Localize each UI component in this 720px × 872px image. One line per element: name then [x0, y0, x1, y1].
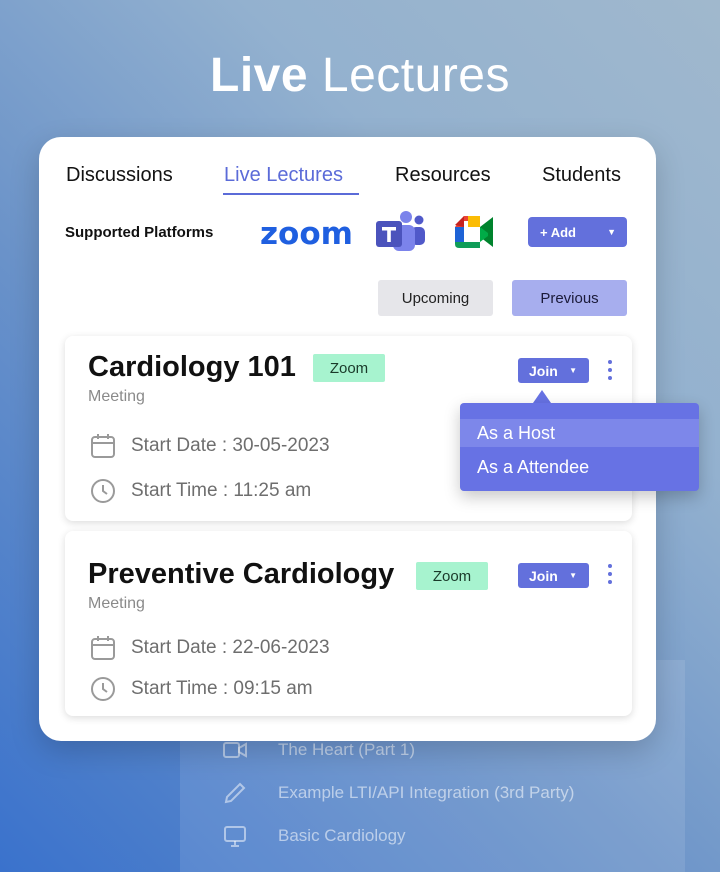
- tab-live-lectures[interactable]: Live Lectures: [224, 164, 343, 187]
- google-meet-icon: [455, 216, 493, 248]
- menu-item-as-attendee[interactable]: As a Attendee: [460, 453, 699, 481]
- lecture-start-date: Start Date : 22-06-2023: [89, 634, 330, 662]
- add-button-label: + Add: [540, 224, 576, 240]
- start-date-text: Start Date : 30-05-2023: [131, 435, 330, 456]
- pencil-icon: [224, 782, 246, 804]
- join-button-label: Join: [529, 362, 558, 379]
- clock-icon: [91, 677, 115, 701]
- calendar-icon: [91, 636, 115, 660]
- background-list-label: Example LTI/API Integration (3rd Party): [278, 783, 575, 802]
- lecture-card: Preventive Cardiology Zoom Meeting Start…: [65, 531, 632, 716]
- dropdown-pointer: [533, 390, 551, 403]
- upcoming-filter-button[interactable]: Upcoming: [378, 280, 493, 316]
- background-list-item: Example LTI/API Integration (3rd Party): [222, 780, 574, 806]
- clock-icon: [91, 479, 115, 503]
- active-tab-indicator: [223, 193, 359, 195]
- lecture-title: Cardiology 101: [88, 351, 296, 383]
- background-list-label: Basic Cardiology: [278, 826, 406, 845]
- lecture-type: Meeting: [88, 388, 145, 405]
- join-button[interactable]: Join ▼: [518, 358, 589, 383]
- platform-badge: Zoom: [416, 562, 488, 590]
- background-list-label: The Heart (Part 1): [278, 740, 415, 759]
- monitor-icon: [224, 826, 246, 847]
- lecture-start-time: Start Time : 11:25 am: [89, 477, 311, 505]
- zoom-logo: zoom: [260, 216, 353, 252]
- supported-platforms-label: Supported Platforms: [65, 224, 214, 241]
- platform-badge: Zoom: [313, 354, 385, 382]
- calendar-icon: [91, 434, 115, 458]
- more-options-icon[interactable]: [605, 357, 615, 383]
- start-time-text: Start Time : 09:15 am: [131, 678, 313, 699]
- tab-resources[interactable]: Resources: [395, 164, 491, 187]
- start-time-text: Start Time : 11:25 am: [131, 480, 312, 501]
- previous-filter-button[interactable]: Previous: [512, 280, 627, 316]
- join-options-menu: As a Host As a Attendee: [460, 403, 699, 491]
- lecture-start-date: Start Date : 30-05-2023: [89, 432, 330, 460]
- tab-discussions[interactable]: Discussions: [66, 164, 173, 187]
- tab-students[interactable]: Students: [542, 164, 621, 187]
- start-date-text: Start Date : 22-06-2023: [131, 637, 330, 658]
- page-hero-title: Live Lectures: [0, 48, 720, 103]
- join-button-label: Join: [529, 567, 558, 584]
- chevron-down-icon: ▼: [569, 571, 577, 580]
- lecture-title: Preventive Cardiology: [88, 558, 395, 590]
- lecture-start-time: Start Time : 09:15 am: [89, 675, 313, 703]
- chevron-down-icon: ▼: [569, 366, 577, 375]
- add-lecture-button[interactable]: + Add ▼: [528, 217, 627, 247]
- hero-title-bold: Live: [210, 49, 309, 102]
- lecture-type: Meeting: [88, 595, 145, 612]
- hero-title-rest: Lectures: [321, 49, 510, 102]
- background-list-item: Basic Cardiology: [222, 823, 406, 849]
- chevron-down-icon[interactable]: ▼: [607, 227, 616, 237]
- join-button[interactable]: Join ▼: [518, 563, 589, 588]
- menu-item-as-host[interactable]: As a Host: [460, 419, 699, 447]
- microsoft-teams-icon: [376, 211, 425, 251]
- more-options-icon[interactable]: [605, 561, 615, 587]
